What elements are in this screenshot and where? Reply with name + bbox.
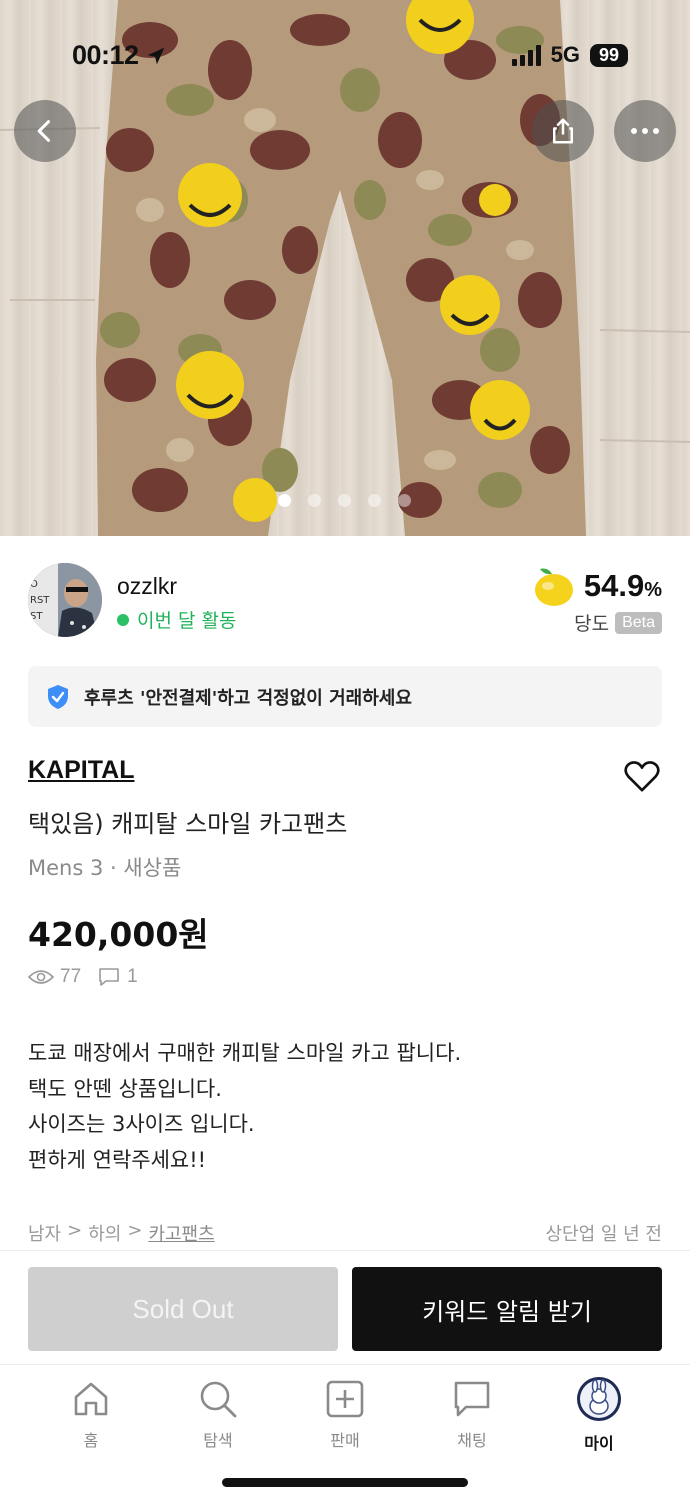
description-line: 편하게 연락주세요!!	[28, 1147, 207, 1172]
product-image-gallery[interactable]: 00:12 5G 99	[0, 0, 690, 536]
tab-my-label: 마이	[584, 1434, 614, 1453]
tab-explore[interactable]: 탐색	[178, 1379, 258, 1451]
seller-username[interactable]: ozzlkr	[117, 573, 177, 600]
view-count: 77	[60, 966, 82, 987]
description-line: 사이즈는 3사이즈 입니다.	[28, 1112, 255, 1136]
tab-my[interactable]: 마이	[559, 1377, 639, 1454]
seller-section[interactable]: O RST ST ozzlkr 이번 달 활동 54.9% 당도 Beta	[28, 563, 662, 639]
sweetness-unit: %	[644, 579, 662, 601]
active-dot-icon	[117, 613, 129, 626]
sweetness-label-row: 당도 Beta	[574, 609, 662, 636]
product-size-condition: Mens 3 · 새상품	[28, 856, 182, 880]
home-indicator	[222, 1478, 468, 1487]
breadcrumb-level1[interactable]: 남자	[28, 1220, 61, 1246]
bottom-tab-bar: 홈 탐색 판매 채팅 마이	[0, 1364, 690, 1500]
tab-sell[interactable]: 판매	[305, 1379, 385, 1451]
category-breadcrumb: 남자 > 하의 > 카고팬츠	[28, 1220, 215, 1246]
back-button[interactable]	[14, 100, 76, 162]
activity-label: 이번 달 활동	[137, 610, 237, 632]
share-icon	[553, 118, 573, 144]
home-icon	[74, 1382, 108, 1416]
sweetness-score[interactable]: 54.9%	[532, 565, 662, 607]
battery-icon: 99	[589, 43, 628, 67]
heart-icon[interactable]	[622, 756, 662, 796]
beta-badge: Beta	[615, 611, 662, 634]
product-title: 택있음) 캐피탈 스마일 카고팬츠	[28, 810, 348, 838]
seller-avatar[interactable]: O RST ST	[28, 563, 102, 637]
breadcrumb-separator: >	[67, 1220, 83, 1241]
chat-bubble-icon	[454, 1381, 490, 1417]
plus-square-icon	[326, 1380, 364, 1418]
pagination-dot-2[interactable]	[308, 494, 321, 507]
sweetness-label: 당도	[574, 613, 610, 635]
product-description: 도쿄 매장에서 구매한 캐피탈 스마일 카고 팝니다. 택도 안뗀 상품입니다.…	[28, 1036, 662, 1178]
description-line: 도쿄 매장에서 구매한 캐피탈 스마일 카고 팝니다.	[28, 1041, 462, 1065]
avatar-image: O RST ST	[28, 563, 102, 637]
product-photo	[0, 0, 690, 536]
safe-payment-text: 후루츠 '안전결제'하고 걱정없이 거래하세요	[84, 687, 412, 709]
pagination-dot-4[interactable]	[368, 494, 381, 507]
network-label: 5G	[550, 42, 580, 67]
breadcrumb-level3[interactable]: 카고팬츠	[148, 1220, 214, 1246]
breadcrumb-level2[interactable]: 하의	[88, 1220, 121, 1246]
breadcrumb-separator: >	[127, 1220, 143, 1241]
lemon-icon	[534, 568, 573, 606]
keyword-alert-button[interactable]: 키워드 알림 받기	[352, 1267, 662, 1351]
status-time: 00:12	[72, 40, 167, 71]
tab-home-label: 홈	[83, 1431, 99, 1450]
product-stats: 77 1	[28, 966, 138, 988]
description-line: 택도 안뗀 상품입니다.	[28, 1076, 222, 1101]
svg-text:O: O	[30, 579, 38, 590]
tab-chat[interactable]: 채팅	[432, 1379, 512, 1451]
eye-icon	[28, 970, 54, 984]
action-bar: Sold Out 키워드 알림 받기	[0, 1250, 690, 1364]
svg-text:ST: ST	[30, 611, 43, 622]
location-arrow-icon	[147, 47, 164, 64]
pagination-dot-3[interactable]	[338, 494, 351, 507]
profile-avatar-icon	[577, 1377, 621, 1421]
tab-explore-label: 탐색	[203, 1431, 233, 1450]
signal-icon	[511, 44, 541, 66]
seller-activity-status: 이번 달 활동	[117, 606, 236, 633]
product-price: 420,000원	[28, 915, 209, 954]
share-button[interactable]	[532, 100, 594, 162]
comment-count: 1	[127, 966, 138, 987]
status-indicators: 5G 99	[511, 42, 628, 68]
shield-check-icon	[48, 684, 68, 709]
more-options-button[interactable]	[614, 100, 676, 162]
sold-out-button[interactable]: Sold Out	[28, 1267, 338, 1351]
sweetness-value: 54.9	[583, 568, 645, 603]
tab-home[interactable]: 홈	[51, 1379, 131, 1451]
tab-chat-label: 채팅	[457, 1431, 487, 1450]
safe-payment-banner[interactable]: 후루츠 '안전결제'하고 걱정없이 거래하세요	[28, 666, 662, 727]
svg-text:RST: RST	[30, 595, 50, 606]
posted-time: 상단업 일 년 전	[545, 1224, 662, 1245]
brand-link[interactable]: KAPITAL	[28, 756, 134, 785]
gallery-pagination	[278, 494, 411, 507]
tab-sell-label: 판매	[330, 1431, 360, 1450]
search-icon	[200, 1381, 237, 1418]
comment-icon	[99, 968, 119, 986]
more-dots-icon	[631, 128, 659, 134]
pagination-dot-5[interactable]	[398, 494, 411, 507]
pagination-dot-1[interactable]	[278, 494, 291, 507]
chevron-left-icon	[37, 120, 51, 142]
